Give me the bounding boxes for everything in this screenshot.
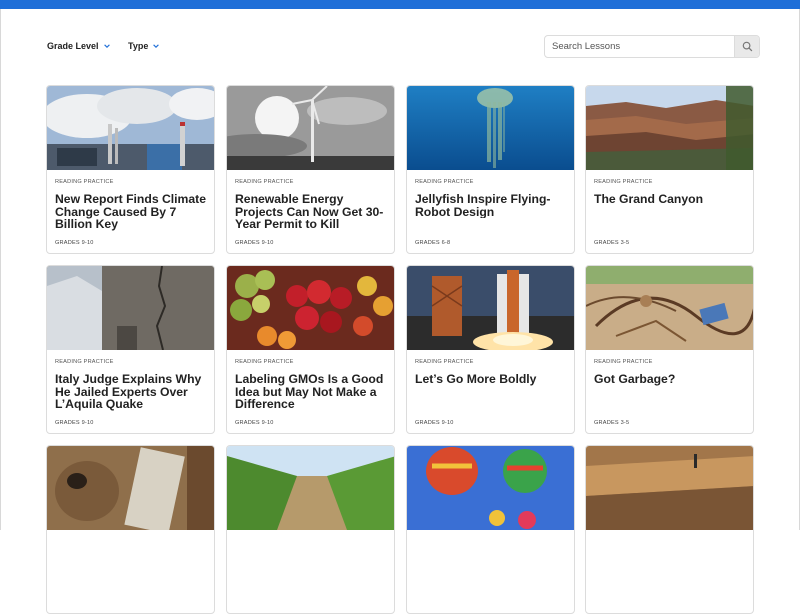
lesson-image-hot-air-balloons bbox=[407, 446, 574, 530]
lesson-card[interactable]: READING PRACTICE The Grand Canyon GRADES… bbox=[585, 85, 754, 254]
card-grade: GRADES 9-10 bbox=[415, 420, 454, 426]
card-title: Got Garbage? bbox=[594, 373, 676, 386]
lesson-card[interactable]: READING PRACTICE Labeling GMOs Is a Good… bbox=[226, 265, 395, 434]
card-type-label: READING PRACTICE bbox=[594, 359, 653, 365]
lesson-image-jellyfish bbox=[407, 86, 574, 170]
chevron-down-icon bbox=[103, 44, 110, 48]
card-grade: GRADES 9-10 bbox=[55, 420, 94, 426]
card-title: Jellyfish Inspire Flying-Robot Design bbox=[415, 193, 551, 218]
search-icon bbox=[742, 41, 752, 52]
type-filter-label: Type bbox=[128, 41, 149, 51]
search-input[interactable] bbox=[545, 36, 734, 57]
frame-border bbox=[0, 9, 1, 530]
lesson-card[interactable]: READING PRACTICE Let’s Go More Boldly GR… bbox=[406, 265, 575, 434]
card-grade: GRADES 3-5 bbox=[594, 240, 630, 246]
lesson-image-factory bbox=[47, 86, 214, 170]
card-grade: GRADES 6-8 bbox=[415, 240, 451, 246]
card-title: Labeling GMOs Is a Good Idea but May Not… bbox=[235, 373, 384, 411]
card-title: New Report Finds Climate Change Caused B… bbox=[55, 193, 207, 231]
lesson-image-space-shuttle bbox=[407, 266, 574, 350]
card-type-label: READING PRACTICE bbox=[594, 179, 653, 185]
card-grade: GRADES 9-10 bbox=[235, 420, 274, 426]
search-box bbox=[544, 35, 760, 58]
top-accent-bar bbox=[0, 0, 800, 9]
card-type-label: READING PRACTICE bbox=[55, 359, 114, 365]
lesson-card[interactable]: READING PRACTICE Renewable Energy Projec… bbox=[226, 85, 395, 254]
lesson-card[interactable]: READING PRACTICE Jellyfish Inspire Flyin… bbox=[406, 85, 575, 254]
lesson-image-corn-field bbox=[227, 446, 394, 530]
grade-level-filter-label: Grade Level bbox=[47, 41, 99, 51]
lesson-card[interactable]: READING PRACTICE Got Garbage? GRADES 3-5 bbox=[585, 265, 754, 434]
card-type-label: READING PRACTICE bbox=[415, 179, 474, 185]
lesson-image-garbage-pile bbox=[586, 266, 753, 350]
grade-level-filter[interactable]: Grade Level bbox=[47, 41, 111, 51]
lesson-image-monkey-with-book bbox=[47, 446, 214, 530]
lesson-image-grand-canyon bbox=[586, 86, 753, 170]
chevron-down-icon bbox=[153, 44, 160, 48]
card-type-label: READING PRACTICE bbox=[55, 179, 114, 185]
card-title: Italy Judge Explains Why He Jailed Exper… bbox=[55, 373, 202, 411]
card-type-label: READING PRACTICE bbox=[235, 179, 294, 185]
card-grade: GRADES 9-10 bbox=[55, 240, 94, 246]
card-title: The Grand Canyon bbox=[594, 193, 704, 206]
lesson-image-dirt-trench bbox=[586, 446, 753, 530]
lesson-image-cracked-building bbox=[47, 266, 214, 350]
card-title: Let’s Go More Boldly bbox=[415, 373, 537, 386]
lesson-image-fruit-market bbox=[227, 266, 394, 350]
search-button[interactable] bbox=[734, 36, 759, 57]
card-title: Renewable Energy Projects Can Now Get 30… bbox=[235, 193, 384, 231]
lesson-card[interactable]: READING PRACTICE New Report Finds Climat… bbox=[46, 85, 215, 254]
card-type-label: READING PRACTICE bbox=[235, 359, 294, 365]
card-grade: GRADES 3-5 bbox=[594, 420, 630, 426]
type-filter[interactable]: Type bbox=[128, 41, 160, 51]
lesson-card[interactable]: READING PRACTICE Italy Judge Explains Wh… bbox=[46, 265, 215, 434]
card-type-label: READING PRACTICE bbox=[415, 359, 474, 365]
lesson-image-wind-turbine bbox=[227, 86, 394, 170]
card-grade: GRADES 9-10 bbox=[235, 240, 274, 246]
